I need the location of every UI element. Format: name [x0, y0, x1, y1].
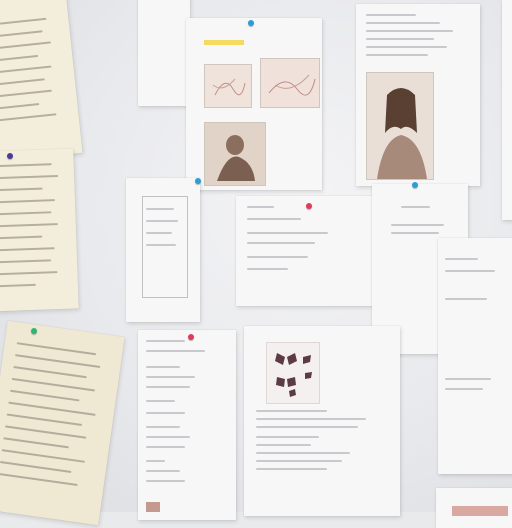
paper-butterflies — [244, 326, 400, 516]
paper-top-center-left — [138, 0, 190, 106]
paper-right-lower — [438, 238, 512, 474]
sketch-photo-figure — [204, 122, 266, 186]
handwritten-note-mid-left — [0, 148, 79, 312]
paper-text-center — [236, 196, 372, 306]
highlight-mark — [204, 40, 244, 45]
portrait-photo — [366, 72, 434, 180]
pin-blue-mid-left — [195, 178, 201, 184]
pin-green-left — [31, 328, 37, 334]
pin-blue-right — [412, 182, 418, 188]
paper-bottom-right — [436, 488, 512, 528]
sketch-thumbnail-right — [260, 58, 320, 108]
pin-blue-top — [248, 20, 254, 26]
paper-portrait — [356, 4, 480, 186]
paper-text-bottom-left — [138, 330, 236, 520]
pin-red-center — [306, 203, 312, 209]
butterfly-illustration — [266, 342, 320, 404]
paper-form — [126, 178, 200, 322]
pin-red-bottom — [188, 334, 194, 340]
sketch-thumbnail-left — [204, 64, 252, 108]
pin-purple-left — [7, 153, 13, 159]
paper-sketches — [186, 18, 322, 190]
paper-right-edge-top — [502, 0, 512, 220]
